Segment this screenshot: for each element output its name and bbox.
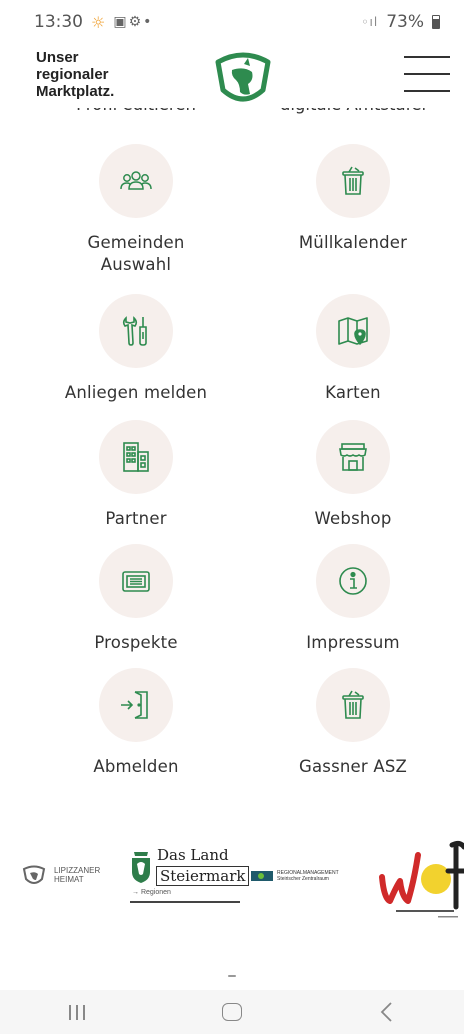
land-line2: Steiermark	[156, 866, 250, 886]
tile-circle	[316, 544, 390, 618]
tile-circle	[99, 668, 173, 742]
tile-muellkalender[interactable]: Müllkalender	[258, 144, 448, 254]
tile-gassner-asz[interactable]: Gassner ASZ	[258, 668, 448, 778]
recent-apps-button[interactable]	[47, 994, 107, 1030]
sun-icon: ☼	[91, 12, 106, 32]
menu-button[interactable]	[404, 56, 450, 92]
tile-label: Anliegen melden	[64, 383, 208, 402]
tile-prospekte[interactable]: Prospekte	[41, 544, 231, 654]
tile-label: Webshop	[314, 509, 392, 528]
map-pin-icon	[338, 317, 368, 345]
regionalmanagement-mark-icon	[251, 871, 273, 881]
logout-door-icon	[121, 691, 148, 719]
battery-icon	[432, 15, 440, 29]
tile-circle	[99, 544, 173, 618]
notification-icons: ▣⚙•	[113, 14, 154, 30]
menu-grid[interactable]: Profil editieren digitale Amtstafel Geme…	[0, 104, 464, 990]
tile-circle	[99, 420, 173, 494]
home-icon	[221, 1003, 242, 1021]
signal-icon: ◦ıl	[361, 15, 379, 29]
status-time: 13:30	[34, 12, 83, 32]
recent-apps-icon	[69, 1004, 86, 1020]
tile-label: Partner	[105, 509, 167, 528]
tools-icon	[122, 316, 147, 346]
tile-label: Gassner ASZ	[299, 757, 407, 776]
lipizzaner-logo[interactable]: LIPIZZANER HEIMAT	[22, 865, 100, 887]
brand-text: Unser regionaler Marktplatz.	[36, 49, 115, 100]
tile-karten[interactable]: Karten	[258, 294, 448, 404]
tile-webshop[interactable]: Webshop	[258, 420, 448, 530]
status-left: 13:30 ☼ ▣⚙•	[34, 12, 153, 32]
wof-logo[interactable]	[378, 837, 464, 921]
scroll-indicator	[228, 975, 236, 977]
tile-abmelden[interactable]: Abmelden	[41, 668, 231, 778]
tile-label: Karten	[325, 383, 381, 402]
lipizzaner-line1: LIPIZZANER	[54, 866, 101, 875]
newspaper-icon	[122, 571, 150, 592]
shop-icon	[339, 443, 367, 471]
steiermark-crest-icon	[132, 852, 150, 883]
back-button[interactable]	[357, 994, 417, 1030]
tile-label: Gemeinden Auswahl	[87, 233, 185, 274]
menu-bar-2	[404, 73, 450, 75]
tile-label: Müllkalender	[298, 233, 408, 252]
tile-gemeinden-auswahl[interactable]: Gemeinden Auswahl	[41, 144, 231, 276]
battery-percent: 73%	[386, 12, 424, 32]
status-right: ◦ıl 73%	[361, 12, 440, 32]
lipizzaner-line2: HEIMAT	[54, 875, 84, 884]
lipizzaner-crest-icon	[22, 865, 46, 884]
tile-label: Prospekte	[94, 633, 178, 652]
home-button[interactable]	[202, 994, 262, 1030]
app-header: Unser regionaler Marktplatz.	[0, 44, 464, 108]
tile-circle	[316, 420, 390, 494]
partner-logos: LIPIZZANER HEIMAT Das Land Steiermark → …	[0, 837, 464, 927]
tile-partner[interactable]: Partner	[41, 420, 231, 530]
land-steiermark-logo[interactable]: Das Land Steiermark → Regionen	[130, 842, 250, 906]
land-line3: → Regionen	[132, 889, 171, 896]
lipizzaner-text: LIPIZZANER HEIMAT	[54, 867, 100, 885]
menu-bar-3	[404, 90, 450, 92]
land-underline	[130, 901, 240, 903]
trash-bin-icon	[342, 166, 364, 195]
regionalmanagement-logo[interactable]: REGIONALMANAGEMENT Steirischer Zentralra…	[251, 870, 339, 882]
regionalmanagement-text: REGIONALMANAGEMENT Steirischer Zentralra…	[277, 870, 339, 882]
tile-circle	[99, 294, 173, 368]
system-nav-bar	[0, 990, 464, 1034]
trash-bin-icon	[342, 690, 364, 719]
tile-circle	[316, 294, 390, 368]
app-screen: 13:30 ☼ ▣⚙• ◦ıl 73% Unser regionaler Mar…	[0, 0, 464, 1034]
building-icon	[123, 442, 149, 472]
land-line1: Das Land	[157, 846, 229, 864]
people-group-icon	[120, 171, 152, 190]
tile-impressum[interactable]: Impressum	[258, 544, 448, 654]
logo-icon[interactable]	[214, 50, 272, 110]
tile-label: Abmelden	[93, 757, 179, 776]
menu-bar-1	[404, 56, 450, 58]
tile-circle	[316, 144, 390, 218]
back-chevron-icon	[380, 1002, 392, 1022]
info-icon	[339, 567, 367, 595]
status-bar: 13:30 ☼ ▣⚙• ◦ıl 73%	[0, 0, 464, 44]
tile-circle	[99, 144, 173, 218]
tile-circle	[316, 668, 390, 742]
tile-label: Impressum	[306, 633, 400, 652]
tile-anliegen-melden[interactable]: Anliegen melden	[41, 294, 231, 404]
rm-line2: Steirischer Zentralraum	[277, 876, 329, 882]
